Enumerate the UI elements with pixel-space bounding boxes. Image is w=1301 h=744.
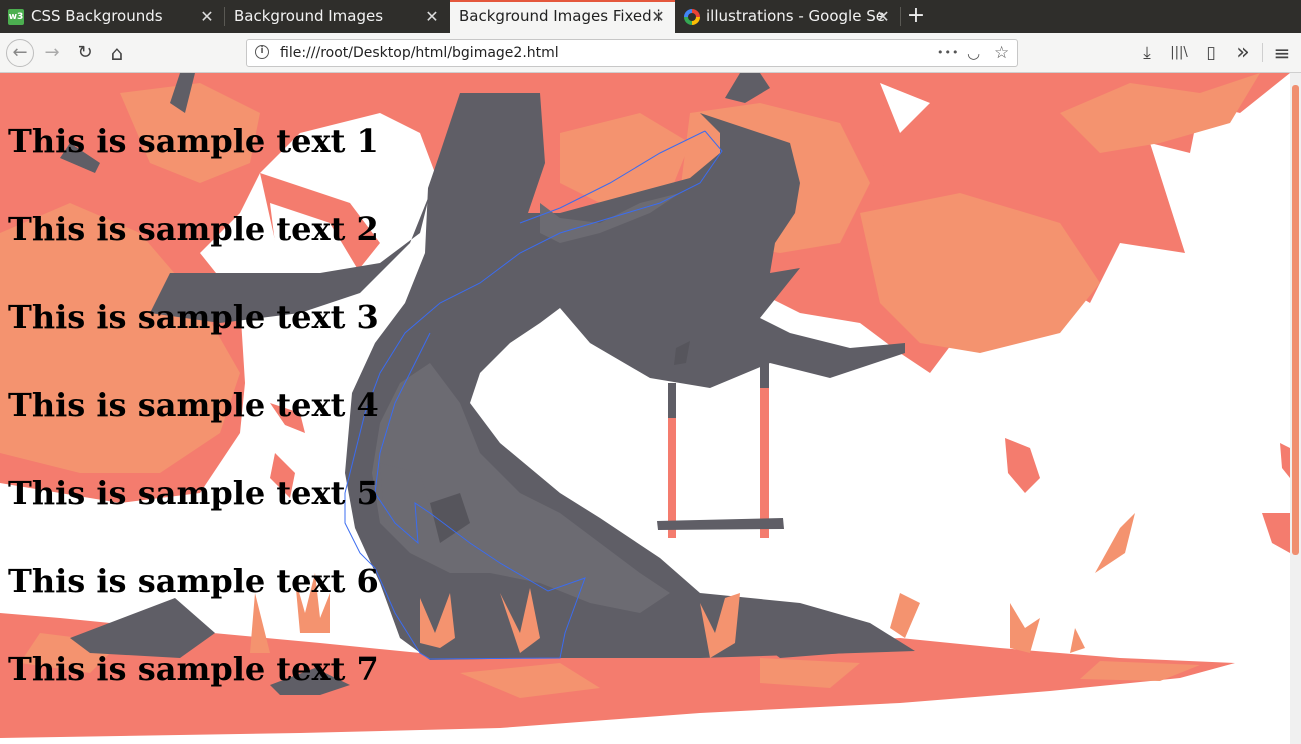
tab-title: Background Images [234, 7, 384, 25]
page-content: This is sample text 1 This is sample tex… [8, 73, 379, 689]
close-icon[interactable]: ✕ [648, 2, 668, 33]
sample-heading: This is sample text 2 [8, 210, 379, 248]
google-icon [684, 9, 700, 25]
tab-title: CSS Backgrounds [31, 7, 163, 25]
toolbar-separator [1262, 43, 1263, 62]
overflow-menu-icon[interactable]: » [1229, 39, 1257, 67]
tab-background-images-fixed[interactable]: Background Images Fixed i ✕ [450, 0, 675, 33]
close-icon[interactable]: ✕ [873, 0, 893, 33]
tab-separator [900, 7, 901, 26]
tab-strip: w3 CSS Backgrounds ✕ Background Images ✕… [0, 0, 1301, 33]
url-bar[interactable]: i file:///root/Desktop/html/bgimage2.htm… [246, 39, 1018, 67]
library-icon[interactable]: |||\ [1165, 39, 1193, 67]
reload-button[interactable]: ↻ [71, 39, 99, 67]
new-tab-button[interactable]: + [904, 0, 928, 33]
w3-icon: w3 [8, 9, 24, 25]
forward-button[interactable]: → [38, 39, 66, 67]
sample-heading: This is sample text 6 [8, 562, 379, 600]
sample-heading: This is sample text 5 [8, 474, 379, 512]
tab-css-backgrounds[interactable]: w3 CSS Backgrounds ✕ [0, 0, 224, 33]
page-actions-icon[interactable]: ••• [937, 40, 959, 66]
sample-heading: This is sample text 3 [8, 298, 379, 336]
sample-heading: This is sample text 7 [8, 650, 379, 688]
info-icon[interactable]: i [255, 45, 269, 59]
close-icon[interactable]: ✕ [422, 0, 442, 33]
sample-heading: This is sample text 4 [8, 386, 379, 424]
swing [657, 358, 784, 538]
bookmark-star-icon[interactable]: ☆ [994, 40, 1009, 66]
vertical-scrollbar[interactable] [1290, 73, 1301, 744]
tab-background-images[interactable]: Background Images ✕ [225, 0, 449, 33]
home-button[interactable]: ⌂ [103, 39, 131, 67]
close-icon[interactable]: ✕ [197, 0, 217, 33]
sample-heading: This is sample text 1 [8, 122, 379, 160]
sidebar-icon[interactable]: ▯ [1197, 39, 1225, 67]
scrollbar-thumb[interactable] [1292, 85, 1299, 555]
tab-title: Background Images Fixed i [459, 7, 661, 25]
page-viewport: This is sample text 1 This is sample tex… [0, 73, 1301, 744]
url-text[interactable]: file:///root/Desktop/html/bgimage2.html [280, 40, 559, 66]
downloads-icon[interactable]: ⤓ [1133, 39, 1161, 67]
tab-title: illustrations - Google Se [706, 7, 885, 25]
tab-google-search[interactable]: illustrations - Google Se ✕ [676, 0, 900, 33]
back-button[interactable]: ← [6, 39, 34, 67]
hamburger-menu-icon[interactable]: ≡ [1268, 39, 1296, 67]
pocket-icon[interactable]: ◡ [967, 40, 980, 66]
navigation-bar: ← → ↻ ⌂ i file:///root/Desktop/html/bgim… [0, 33, 1301, 73]
